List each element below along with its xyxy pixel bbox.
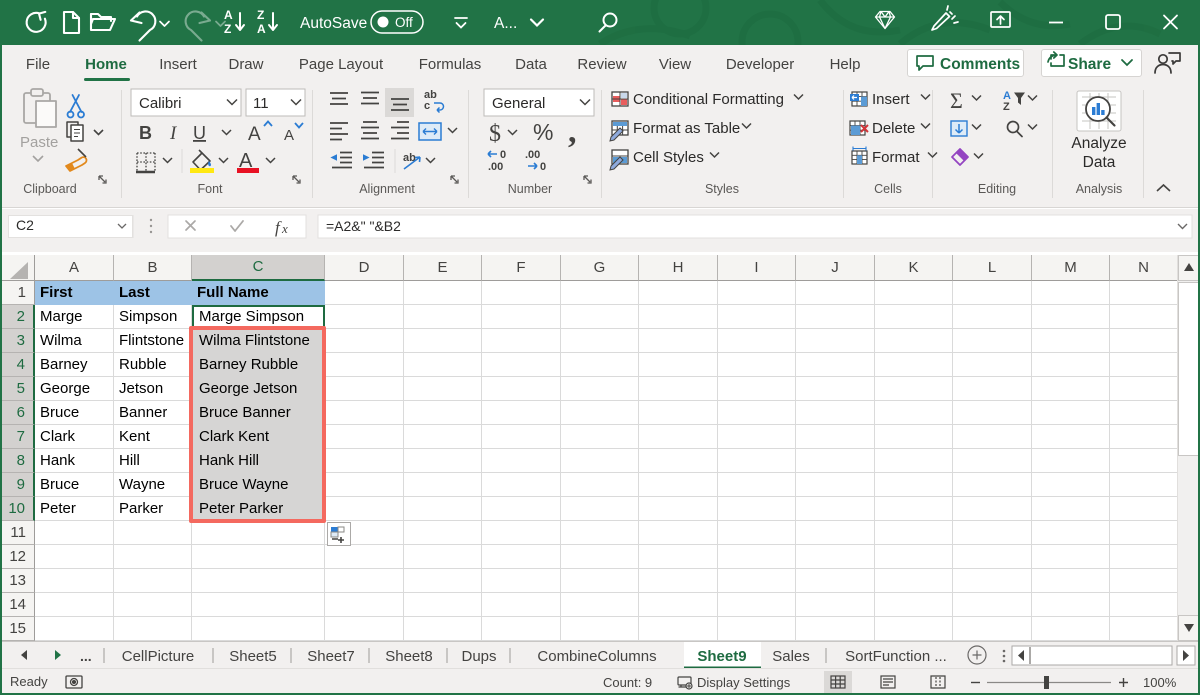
svg-text:Analyze: Analyze <box>1071 135 1126 152</box>
svg-text:Off: Off <box>395 15 413 30</box>
svg-text:Data: Data <box>1083 154 1116 171</box>
svg-text:SortFunction ...: SortFunction ... <box>845 648 947 665</box>
svg-text:.00: .00 <box>488 161 503 173</box>
svg-text:Count: 9: Count: 9 <box>603 675 652 690</box>
svg-text:Cells: Cells <box>874 182 902 196</box>
svg-text:I: I <box>169 123 178 144</box>
svg-text:11: 11 <box>253 95 269 112</box>
svg-text:Sheet9: Sheet9 <box>697 648 746 665</box>
svg-text:A: A <box>257 22 266 36</box>
svg-text:0: 0 <box>540 161 546 173</box>
svg-text:Calibri: Calibri <box>139 95 182 112</box>
svg-text:Analysis: Analysis <box>1076 182 1123 196</box>
svg-text:.00: .00 <box>525 149 540 161</box>
svg-text:=A2&" "&B2: =A2&" "&B2 <box>326 218 401 234</box>
svg-text:Sheet5: Sheet5 <box>229 648 277 665</box>
svg-text:A: A <box>224 8 233 22</box>
svg-text:x: x <box>281 221 288 236</box>
svg-text:Display Settings: Display Settings <box>697 675 791 690</box>
svg-text:B: B <box>139 123 152 143</box>
svg-text:Editing: Editing <box>978 182 1016 196</box>
svg-text:U: U <box>193 123 206 143</box>
svg-text:CellPicture: CellPicture <box>122 648 195 665</box>
svg-text:c: c <box>424 100 430 112</box>
svg-text:%: % <box>533 119 553 145</box>
svg-text:AutoSave: AutoSave <box>300 15 367 32</box>
svg-text:Font: Font <box>197 182 223 196</box>
svg-text:Σ: Σ <box>950 88 963 113</box>
svg-text:,: , <box>568 113 577 150</box>
svg-text:A...: A... <box>494 15 517 32</box>
svg-text:Sales: Sales <box>772 648 810 665</box>
svg-text:Number: Number <box>508 182 552 196</box>
svg-text:Comments: Comments <box>940 56 1020 73</box>
svg-text:A: A <box>248 124 261 145</box>
svg-text:Z: Z <box>224 22 231 36</box>
svg-text:Delete: Delete <box>872 120 915 137</box>
svg-text:Cell Styles: Cell Styles <box>633 149 704 166</box>
svg-text:Z: Z <box>257 8 264 22</box>
svg-text:Format: Format <box>872 149 920 166</box>
svg-text:0: 0 <box>500 149 506 161</box>
svg-text:Sheet8: Sheet8 <box>385 648 433 665</box>
svg-text:Format as Table: Format as Table <box>633 120 740 137</box>
svg-text:Paste: Paste <box>20 134 58 151</box>
svg-text:Conditional Formatting: Conditional Formatting <box>633 91 784 108</box>
svg-text:Sheet7: Sheet7 <box>307 648 355 665</box>
svg-text:CombineColumns: CombineColumns <box>537 648 656 665</box>
svg-text:Clipboard: Clipboard <box>23 182 77 196</box>
svg-text:Share: Share <box>1068 56 1111 73</box>
svg-text:...: ... <box>80 648 92 664</box>
svg-text:Dups: Dups <box>461 648 496 665</box>
svg-text:General: General <box>492 95 545 112</box>
svg-text:100%: 100% <box>1143 675 1177 690</box>
svg-text:Z: Z <box>1003 101 1010 113</box>
svg-text:Insert: Insert <box>872 91 910 108</box>
svg-text:$: $ <box>489 121 501 147</box>
svg-text:A: A <box>284 127 294 144</box>
svg-text:Styles: Styles <box>705 182 739 196</box>
svg-text:Alignment: Alignment <box>359 182 415 196</box>
